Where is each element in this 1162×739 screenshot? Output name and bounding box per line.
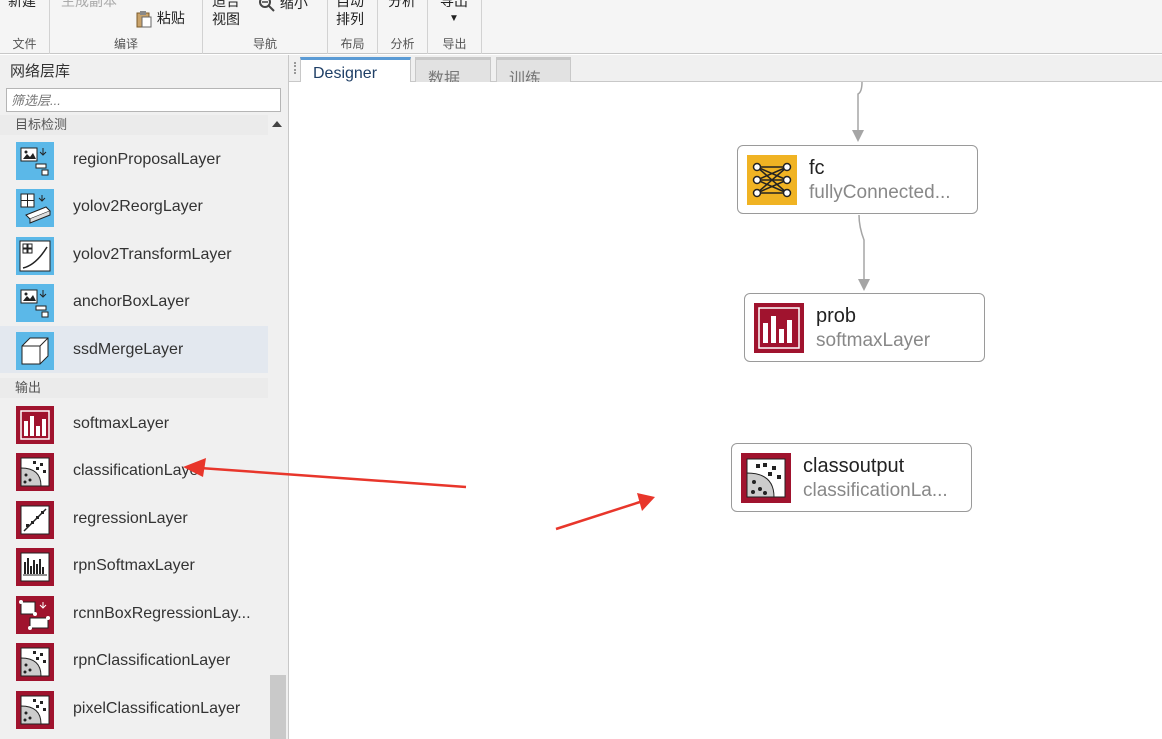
yolov2-reorg-icon	[16, 189, 54, 227]
layer-label: regressionLayer	[73, 510, 188, 527]
node-name: classoutput	[803, 455, 905, 477]
fit-view-label-line2: 视图	[212, 11, 240, 27]
auto-arrange-label-line1: 自动	[336, 0, 364, 9]
fit-view-label-line1: 适合	[212, 0, 240, 9]
file-section-label: 文件	[12, 37, 37, 51]
layer-list: 目标检测 regionProposalLayer yolov2ReorgLaye…	[0, 115, 268, 739]
classification-icon	[741, 453, 791, 503]
node-fc[interactable]: fc fullyConnected...	[737, 145, 978, 214]
list-item-region-proposal-layer[interactable]: regionProposalLayer	[0, 136, 268, 183]
layer-label: rpnClassificationLayer	[73, 652, 231, 669]
edit-section-label: 编译	[113, 37, 138, 51]
zoom-out-icon	[259, 0, 275, 13]
toolstrip: 新建 文件 生成副本 粘贴 编译 适合 视图 缩小 导航 自动 排列 布局 分析…	[0, 0, 1162, 54]
panel-title: 网络层库	[10, 63, 71, 80]
yolov2-transform-icon	[16, 237, 54, 275]
connection-line	[857, 82, 863, 130]
auto-arrange-label-line2: 排列	[336, 11, 364, 27]
tab-training[interactable]: 训练	[496, 57, 571, 88]
region-proposal-icon	[16, 142, 54, 180]
connections	[852, 82, 870, 291]
node-type: classificationLa...	[803, 480, 948, 501]
list-item-rcnn-box-regression-layer[interactable]: rcnnBoxRegressionLay...	[0, 590, 268, 637]
export-label: 导出	[440, 0, 468, 9]
list-item-softmax-layer[interactable]: softmaxLayer	[0, 400, 268, 447]
tab-designer[interactable]: Designer	[300, 57, 411, 83]
regression-icon	[16, 501, 54, 539]
layer-label: rpnSoftmaxLayer	[73, 557, 195, 574]
category-header-output[interactable]: 输出	[0, 378, 268, 398]
layer-label: ssdMergeLayer	[73, 341, 184, 358]
layer-label: anchorBoxLayer	[73, 293, 190, 310]
analyze-section: 分析 分析	[378, 0, 428, 54]
list-item-regression-layer[interactable]: regressionLayer	[0, 495, 268, 542]
file-section: 新建 文件	[0, 0, 50, 54]
pixel-classification-icon	[16, 691, 54, 729]
zoom-out-label: 缩小	[279, 0, 308, 11]
export-button[interactable]: 导出 ▼	[440, 0, 468, 24]
export-section-label: 导出	[442, 37, 467, 51]
category-header-object-detection[interactable]: 目标检测	[0, 115, 268, 135]
export-section: 导出 ▼ 导出	[428, 0, 482, 54]
node-prob[interactable]: prob softmaxLayer	[744, 293, 985, 362]
duplicate-button[interactable]: 生成副本	[61, 0, 117, 10]
layer-label: pixelClassificationLayer	[73, 700, 241, 717]
arrowhead-icon	[852, 130, 864, 142]
layer-label: yolov2ReorgLayer	[73, 198, 203, 215]
tab-bar: Designer 数据 训练	[289, 55, 1162, 88]
ssd-merge-icon	[16, 332, 54, 370]
layout-section: 自动 排列 布局	[328, 0, 378, 54]
list-item-pixel-classification-layer[interactable]: pixelClassificationLayer	[0, 685, 268, 732]
softmax-icon	[754, 303, 804, 353]
layer-list-scrollbar[interactable]	[269, 115, 287, 739]
list-item-yolov2-transform-layer[interactable]: yolov2TransformLayer	[0, 231, 268, 278]
node-name: fc	[809, 157, 825, 179]
navigate-section-label: 导航	[252, 37, 277, 51]
list-item-yolov2-reorg-layer[interactable]: yolov2ReorgLayer	[0, 183, 268, 230]
arrowhead-icon	[858, 279, 870, 291]
list-item-classification-layer[interactable]: classificationLayer	[0, 447, 268, 494]
designer-canvas[interactable]: fc fullyConnected... prob softmaxLayer c…	[289, 82, 1162, 739]
navigate-section: 适合 视图 缩小 导航	[203, 0, 328, 54]
filter-layers-input[interactable]	[6, 88, 281, 112]
rcnn-box-regression-icon	[16, 596, 54, 634]
paste-label: 粘贴	[156, 10, 185, 26]
layer-label: rcnnBoxRegressionLay...	[73, 605, 251, 622]
zoom-out-button[interactable]: 缩小	[258, 0, 308, 13]
node-type: fullyConnected...	[809, 182, 951, 203]
scrollbar-thumb[interactable]	[270, 675, 286, 739]
softmax-icon	[16, 406, 54, 444]
rpn-classification-icon	[16, 643, 54, 681]
list-item-ssd-merge-layer[interactable]: ssdMergeLayer	[0, 326, 268, 373]
list-item-rpn-classification-layer[interactable]: rpnClassificationLayer	[0, 637, 268, 684]
auto-arrange-button[interactable]: 自动 排列	[336, 0, 364, 28]
layer-label: classificationLayer	[73, 462, 204, 479]
tab-data[interactable]: 数据	[415, 57, 491, 88]
classification-icon	[16, 453, 54, 491]
layer-label: yolov2TransformLayer	[73, 246, 232, 263]
edit-section: 生成副本 粘贴 编译	[50, 0, 203, 54]
node-name: prob	[816, 305, 857, 327]
paste-icon	[136, 11, 152, 28]
anchor-box-icon	[16, 284, 54, 322]
layer-label: softmaxLayer	[73, 415, 170, 432]
list-item-anchor-box-layer[interactable]: anchorBoxLayer	[0, 278, 268, 325]
fit-view-button[interactable]: 适合 视图	[212, 0, 240, 28]
dropdown-arrow-icon: ▼	[449, 13, 459, 24]
node-classoutput[interactable]: classoutput classificationLa...	[731, 443, 972, 512]
layout-section-label: 布局	[340, 37, 365, 51]
rpn-softmax-icon	[16, 548, 54, 586]
node-type: softmaxLayer	[816, 330, 931, 351]
list-item-rpn-softmax-layer[interactable]: rpnSoftmaxLayer	[0, 542, 268, 589]
analyze-button[interactable]: 分析	[388, 0, 416, 10]
paste-button[interactable]: 粘贴	[135, 9, 185, 28]
layer-library-panel: 网络层库 目标检测 regionProposalLayer	[0, 55, 289, 739]
scroll-up-icon[interactable]	[272, 121, 282, 127]
analyze-section-label: 分析	[390, 37, 415, 51]
fully-connected-icon	[747, 155, 797, 205]
connection-line	[858, 214, 865, 279]
new-button[interactable]: 新建	[8, 0, 36, 10]
layer-label: regionProposalLayer	[73, 151, 221, 168]
